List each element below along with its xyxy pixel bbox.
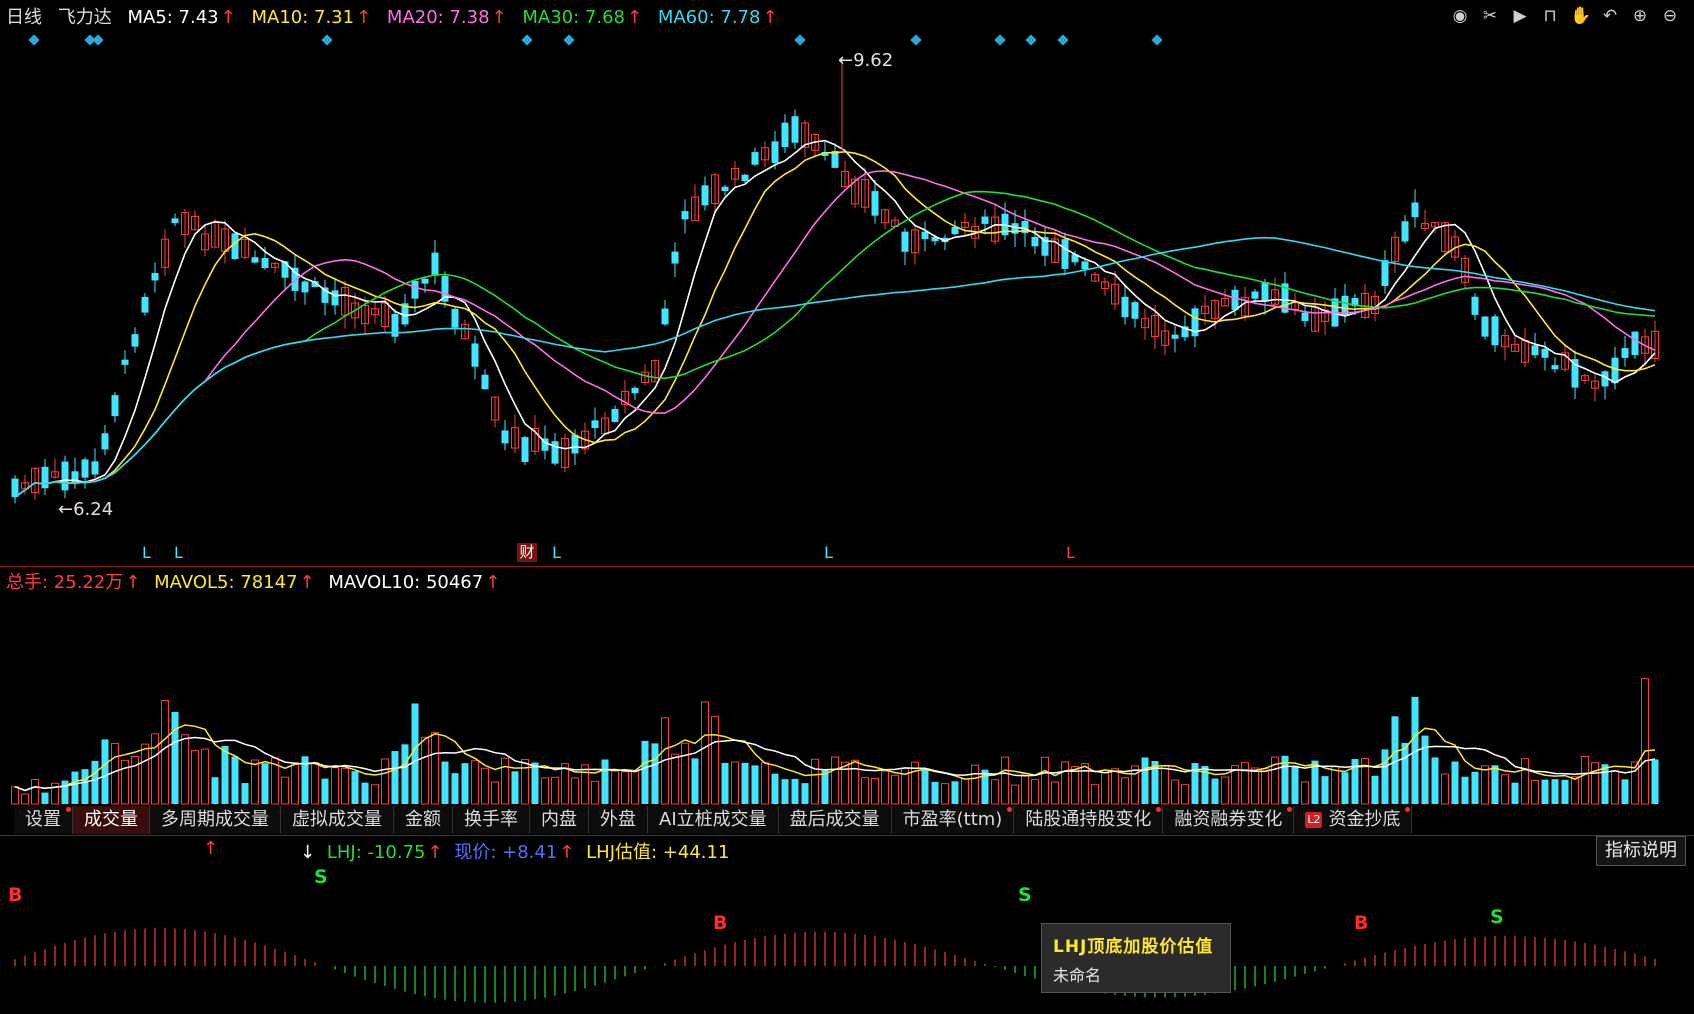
down-arrow-icon: ↓	[300, 842, 316, 863]
volume-header: 总手: 25.22万 ↑ MAVOL5: 78147 ↑ MAVOL10: 5046…	[6, 568, 508, 594]
indicator-help-button[interactable]: 指标说明	[1596, 836, 1686, 866]
l-marker: L	[552, 543, 561, 562]
lock-icon[interactable]: ⊓	[1540, 6, 1560, 26]
tab-label: 虚拟成交量	[292, 809, 382, 830]
buy-signal: B	[1354, 912, 1369, 934]
sell-signal: S	[1490, 906, 1504, 928]
tab-1[interactable]: 成交量	[73, 806, 150, 834]
lhj-value: LHJ: -10.75 ↑	[326, 842, 443, 863]
tab-0[interactable]: 设置	[14, 806, 73, 834]
tab-label: 市盈率(ttm)	[902, 809, 1003, 830]
tab-8[interactable]: AI立桩成交量	[648, 806, 779, 834]
low-price-label: ←6.24	[58, 499, 114, 520]
ma5-label: MA5: 7.43 ↑	[127, 7, 236, 28]
scissors-icon[interactable]: ✂	[1480, 6, 1500, 26]
l-marker: L	[824, 543, 833, 562]
tab-label: AI立桩成交量	[659, 809, 767, 830]
ma-header: 日线 飞力达 MA5: 7.43 ↑ MA10: 7.31 ↑ MA20: 7.38…	[6, 6, 788, 30]
ma30-label: MA30: 7.68 ↑	[522, 7, 643, 28]
tab-10[interactable]: 市盈率(ttm)	[891, 806, 1015, 834]
l-marker: L	[174, 543, 183, 562]
financial-report-marker[interactable]: 财	[517, 543, 537, 562]
ma20-label: MA20: 7.38 ↑	[386, 7, 507, 28]
undo-icon[interactable]: ↶	[1600, 6, 1620, 26]
buy-signal: B	[8, 884, 23, 906]
tooltip-subtitle: 未命名	[1053, 966, 1102, 985]
notification-dot	[1287, 807, 1293, 812]
indicator-tabs: 设置 成交量 多周期成交量 虚拟成交量 金额 换手率 内盘 外盘 AI立桩成交量 盘后成交量 市盈率…	[14, 806, 1413, 834]
tab-9[interactable]: 盘后成交量	[778, 806, 892, 834]
mavol5-label: MAVOL5: 78147 ↑	[154, 572, 315, 593]
tab-label: 融资融券变化	[1174, 809, 1283, 830]
tab-3[interactable]: 虚拟成交量	[281, 806, 394, 834]
tab-11[interactable]: 陆股通持股变化	[1014, 806, 1164, 834]
l-marker: L	[1066, 543, 1075, 562]
high-price-label: ←9.62	[838, 50, 894, 71]
tab-label: 内盘	[541, 809, 577, 830]
tab-4[interactable]: 金额	[394, 806, 453, 834]
tab-12[interactable]: 融资融券变化	[1163, 806, 1295, 834]
l-marker: L	[142, 543, 151, 562]
tab-label: 金额	[405, 809, 441, 830]
notification-dot	[1007, 807, 1013, 812]
tab-label: 设置	[25, 809, 61, 830]
notification-dot	[1156, 807, 1162, 812]
sell-signal: S	[1018, 884, 1032, 906]
play-icon[interactable]: ▶	[1510, 6, 1530, 26]
notification-dot	[66, 807, 71, 812]
tab-label: 多周期成交量	[161, 809, 269, 830]
tab-5[interactable]: 换手率	[453, 806, 530, 834]
indicator-tooltip: LHJ顶底加股价估值 未命名	[1041, 923, 1231, 993]
sell-signal: S	[314, 866, 328, 888]
tab-2[interactable]: 多周期成交量	[150, 806, 281, 834]
tab-label: 成交量	[84, 809, 138, 830]
period-label[interactable]: 日线	[6, 7, 42, 28]
buy-signal: B	[713, 912, 728, 934]
tab-13[interactable]: L2 资金抄底	[1294, 806, 1413, 834]
ma60-label: MA60: 7.78 ↑	[657, 7, 778, 28]
hand-icon[interactable]: ✋	[1570, 6, 1591, 26]
tab-label: 换手率	[464, 809, 518, 830]
zoom-out-icon[interactable]: ⊖	[1660, 6, 1680, 26]
stock-name: 飞力达	[57, 7, 112, 28]
ma10-label: MA10: 7.31 ↑	[251, 7, 372, 28]
tab-7[interactable]: 外盘	[589, 806, 648, 834]
indicator-header: ↓ LHJ: -10.75 ↑ 现价: +8.41 ↑ LHJ估值: +44.11	[300, 838, 735, 864]
up-arrow-icon: ↑	[203, 838, 219, 859]
lhj-indicator-chart[interactable]	[0, 0, 1694, 1014]
tab-label: 资金抄底	[1328, 809, 1401, 830]
zoom-in-icon[interactable]: ⊕	[1630, 6, 1650, 26]
tooltip-title: LHJ顶底加股价估值	[1053, 937, 1214, 957]
tab-label: 盘后成交量	[789, 809, 880, 830]
notification-dot	[1405, 807, 1411, 812]
total-volume-label: 总手: 25.22万 ↑	[6, 572, 141, 593]
lhj-estimate-value: LHJ估值: +44.11	[586, 842, 730, 863]
eye-icon[interactable]: ◉	[1450, 6, 1470, 26]
l2-badge: L2	[1305, 812, 1323, 828]
current-price-value: 现价: +8.41 ↑	[454, 842, 575, 863]
chart-toolbar: ◉ ✂ ▶ ⊓ ✋ ↶ ⊕ ⊖	[1450, 6, 1680, 26]
tab-6[interactable]: 内盘	[530, 806, 589, 834]
tab-label: 陆股通持股变化	[1025, 809, 1152, 830]
mavol10-label: MAVOL10: 50467 ↑	[328, 572, 501, 593]
tab-label: 外盘	[600, 809, 636, 830]
